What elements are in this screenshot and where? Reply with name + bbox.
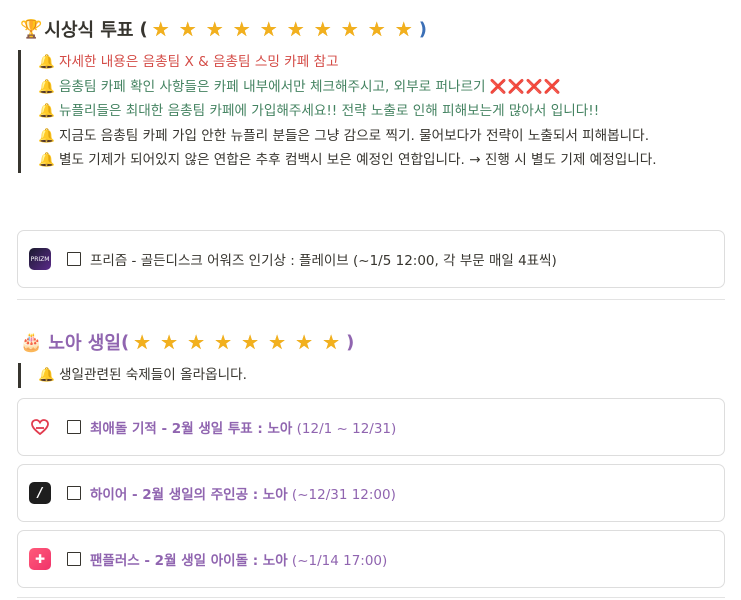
paren-close: ) [346,331,355,353]
todo-checkbox[interactable] [67,420,81,434]
divider [17,299,725,300]
todo-card-hiore[interactable]: / 하이어 - 2월 생일의 주인공 : 노아 (~12/31 12:00) [17,464,725,522]
paren-open: ( [120,331,130,353]
divider [17,597,725,598]
hiore-icon: / [29,482,51,504]
note-line: 🔔 뉴플리들은 최대한 음총팀 카페에 가입해주세요!! 전략 노출로 인해 피해… [38,99,718,124]
todo-title: 팬플러스 - 2월 생일 아이돌 : 노아 [90,553,288,569]
section-title-text: 시상식 투표 [44,20,134,41]
todo-checkbox[interactable] [67,552,81,566]
note-text: 음총팀 카페 확인 사항들은 카페 내부에서만 체크해주시고, 외부로 퍼나르기 [58,78,490,95]
bell-icon: 🔔 [38,127,55,144]
bell-icon: 🔔 [38,78,55,95]
paren-close: ) [418,18,427,40]
todo-date: (~1/14 17:00) [287,553,388,569]
star-rating: ★ ★ ★ ★ ★ ★ ★ ★ [133,332,342,352]
star-icon: ★ [151,17,170,41]
todo-checkbox[interactable] [67,486,81,500]
paren-open: ( [139,18,148,40]
section-title-text: 노아 생일 [48,333,121,354]
note-line: 🔔 생일관련된 숙제들이 올라옵니다. [38,363,718,388]
star-icon: ★ [286,17,305,41]
bell-icon: 🔔 [38,54,55,70]
note-line: 🔔 음총팀 카페 확인 사항들은 카페 내부에서만 체크해주시고, 외부로 퍼나르… [38,75,718,100]
cross-mark-icon: ❌❌❌❌ [489,78,562,95]
star-icon: ★ [187,330,206,354]
note-text: 뉴플리들은 최대한 음총팀 카페에 가입해주세요!! 전략 노출로 인해 피해보… [58,103,600,119]
star-icon: ★ [295,330,314,354]
todo-text: 최애돌 기적 - 2월 생일 투표 : 노아 (12/1 ~ 12/31) [90,417,396,437]
bell-icon: 🔔 [38,367,55,383]
fanplus-icon: ✚ [29,548,51,570]
todo-checkbox[interactable] [67,252,81,266]
star-icon: ★ [205,17,224,41]
star-icon: ★ [178,17,197,41]
note-text: 생일관련된 숙제들이 올라옵니다. [58,367,247,383]
note-line: 🔔 별도 기제가 되어있지 않은 연합은 추후 컴백시 보은 예정인 연합입니다.… [38,148,718,173]
todo-title: 하이어 - 2월 생일의 주인공 : 노아 [90,487,288,503]
section-title-birthday: 🎂 노아 생일 ( ★ ★ ★ ★ ★ ★ ★ ★ ) [20,329,354,355]
trophy-icon: 🏆 [20,18,43,40]
todo-title: 최애돌 기적 - 2월 생일 투표 : 노아 [90,421,293,437]
notes-quote: 🔔 생일관련된 숙제들이 올라옵니다. [18,363,718,388]
star-icon: ★ [268,330,287,354]
todo-text: 팬플러스 - 2월 생일 아이돌 : 노아 (~1/14 17:00) [90,549,387,569]
note-text: 자세한 내용은 음총팀 X & 음총팀 스밍 카페 참고 [58,54,339,70]
todo-card-choeaedol[interactable]: 최애돌 기적 - 2월 생일 투표 : 노아 (12/1 ~ 12/31) [17,398,725,456]
note-line: 🔔 자세한 내용은 음총팀 X & 음총팀 스밍 카페 참고 [38,50,718,75]
star-icon: ★ [394,17,413,41]
heart-icon [29,416,51,438]
prizm-app-label: PRIZM [30,255,50,263]
todo-date: (~12/31 12:00) [287,487,396,503]
star-icon: ★ [259,17,278,41]
star-icon: ★ [313,17,332,41]
bell-icon: 🔔 [38,103,55,119]
todo-card-prizm[interactable]: PRIZM 프리즘 - 골든디스크 어워즈 인기상 : 플레이브 (~1/5 1… [17,230,725,288]
bell-icon: 🔔 [38,152,55,168]
notes-quote: 🔔 자세한 내용은 음총팀 X & 음총팀 스밍 카페 참고 🔔 음총팀 카페 확인… [18,50,718,173]
note-text: 별도 기제가 되어있지 않은 연합은 추후 컴백시 보은 예정인 연합입니다. … [58,152,657,168]
prizm-app-icon: PRIZM [29,248,51,270]
star-icon: ★ [160,330,179,354]
todo-text: 프리즘 - 골든디스크 어워즈 인기상 : 플레이브 (~1/5 12:00, … [90,253,557,269]
star-rating: ★ ★ ★ ★ ★ ★ ★ ★ ★ ★ [152,19,415,39]
star-icon: ★ [367,17,386,41]
fanplus-glyph: ✚ [34,552,46,566]
star-icon: ★ [322,330,341,354]
hiore-glyph: / [37,485,43,501]
star-icon: ★ [133,330,152,354]
cake-icon: 🎂 [20,331,43,353]
note-line: 🔔 지금도 음총팀 카페 가입 안한 뉴플리 분들은 그냥 감으로 찍기. 물어보… [38,124,718,149]
star-icon: ★ [340,17,359,41]
section-title-awards: 🏆 시상식 투표 ( ★ ★ ★ ★ ★ ★ ★ ★ ★ ★ ) [20,16,427,42]
note-text: 지금도 음총팀 카페 가입 안한 뉴플리 분들은 그냥 감으로 찍기. 물어보다… [58,127,650,144]
todo-card-fanplus[interactable]: ✚ 팬플러스 - 2월 생일 아이돌 : 노아 (~1/14 17:00) [17,530,725,588]
todo-text: 하이어 - 2월 생일의 주인공 : 노아 (~12/31 12:00) [90,483,396,503]
star-icon: ★ [232,17,251,41]
star-icon: ★ [214,330,233,354]
star-icon: ★ [241,330,260,354]
todo-date: (12/1 ~ 12/31) [292,421,397,437]
